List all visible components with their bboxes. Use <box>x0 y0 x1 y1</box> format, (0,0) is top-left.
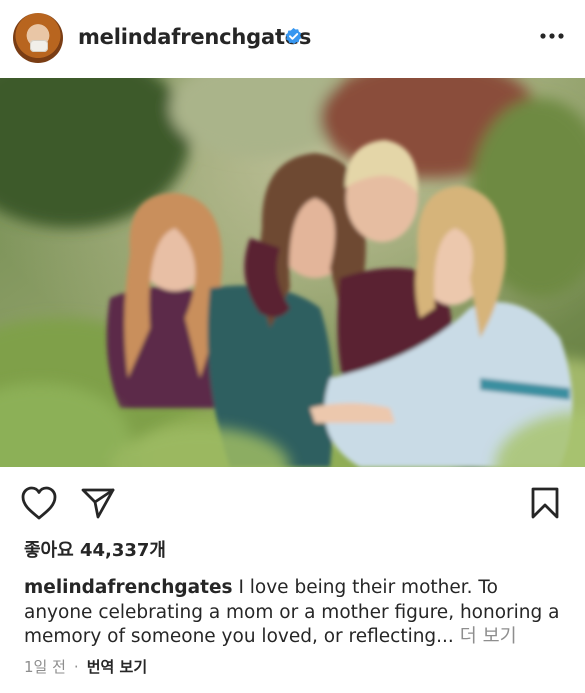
likes-label: 좋아요 <box>24 540 74 561</box>
post-meta: 1일 전 · 번역 보기 <box>24 656 147 678</box>
post-username[interactable]: melindafrenchgates <box>78 23 311 51</box>
profile-avatar[interactable] <box>13 13 63 63</box>
avatar-mask-detail <box>30 40 48 52</box>
translate-link[interactable]: 번역 보기 <box>87 658 147 676</box>
heart-icon[interactable] <box>20 485 58 521</box>
more-link[interactable]: 더 보기 <box>454 626 517 647</box>
post-time: 1일 전 <box>24 658 66 676</box>
likes-number: 44,337개 <box>79 540 166 561</box>
instagram-post: melindafrenchgates 좋아요 44,337개 melindafr… <box>0 0 585 693</box>
meta-separator: · <box>73 658 79 676</box>
likes-count[interactable]: 좋아요 44,337개 <box>24 538 166 564</box>
bookmark-icon[interactable] <box>530 486 560 520</box>
post-caption: melindafrenchgates I love being their mo… <box>24 576 572 650</box>
caption-username[interactable]: melindafrenchgates <box>24 577 233 598</box>
paper-plane-icon[interactable] <box>80 486 116 520</box>
more-options-icon[interactable] <box>538 26 566 46</box>
post-photo[interactable] <box>0 78 585 467</box>
family-photo-illustration <box>0 78 585 467</box>
verified-badge-icon <box>285 27 302 45</box>
post-header: melindafrenchgates <box>0 0 585 78</box>
